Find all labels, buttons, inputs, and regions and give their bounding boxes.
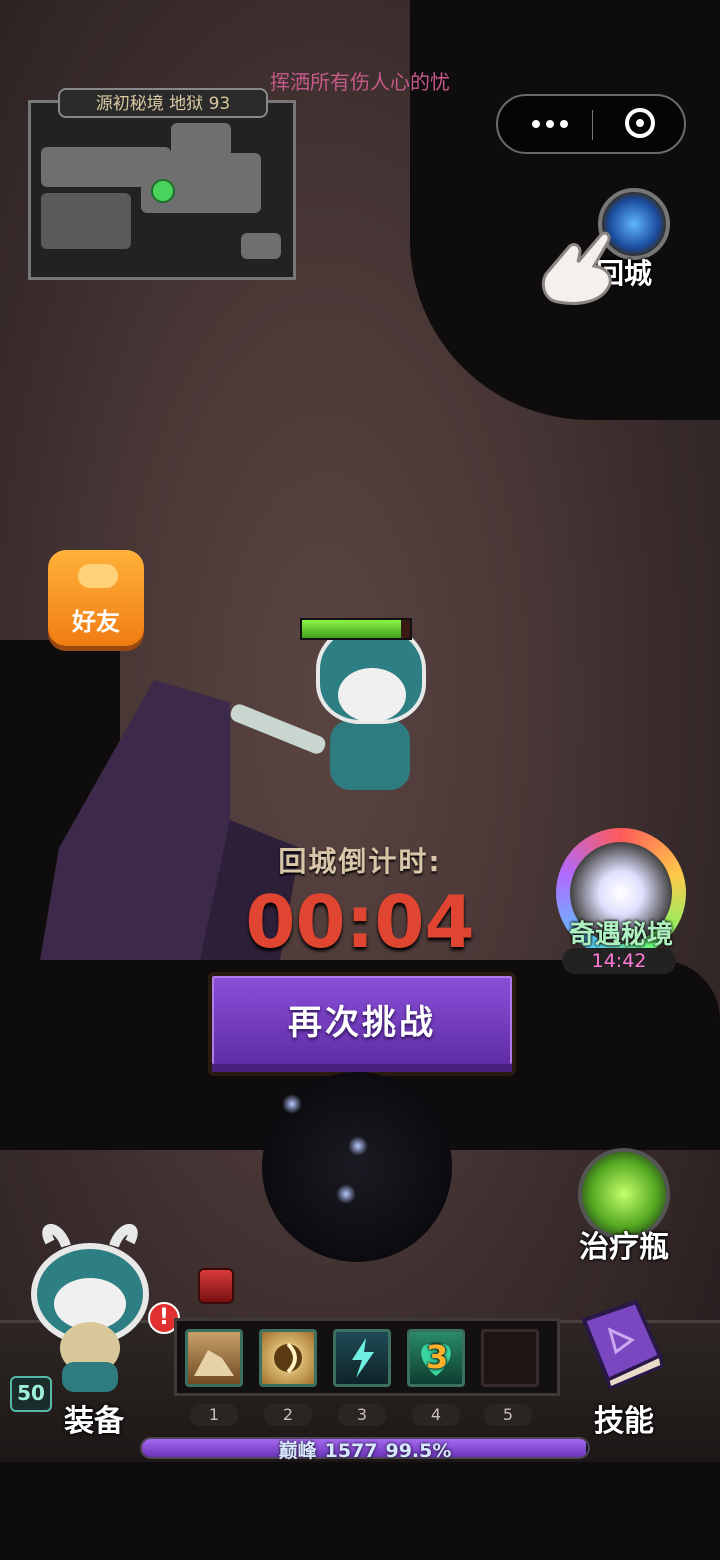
rock-skill-icon bbox=[194, 1350, 234, 1376]
friends-label: 好友 bbox=[72, 608, 120, 636]
skill-bar: 3 bbox=[174, 1318, 560, 1396]
joystick-sparkle bbox=[282, 1094, 302, 1114]
tap-hand-icon bbox=[541, 231, 612, 305]
skill-slot-1[interactable] bbox=[185, 1329, 243, 1387]
player-portrait-avatar[interactable] bbox=[26, 1222, 154, 1392]
minimap[interactable] bbox=[28, 100, 296, 280]
close-mini-program-icon[interactable] bbox=[625, 108, 655, 138]
health-fill bbox=[302, 620, 402, 638]
more-options-icon[interactable] bbox=[522, 112, 578, 136]
buff-status-icon[interactable] bbox=[198, 1268, 234, 1304]
xp-percent: 99.5% bbox=[385, 1440, 452, 1462]
skill-slot-4[interactable]: 3 bbox=[407, 1329, 465, 1387]
skill-slot-number: 3 bbox=[338, 1404, 386, 1426]
friends-button[interactable]: 好友 bbox=[48, 550, 144, 646]
minimap-corridor bbox=[241, 233, 281, 259]
player-marker-icon bbox=[151, 179, 175, 203]
skill-slot-number: 4 bbox=[412, 1404, 460, 1426]
joystick-sparkle bbox=[336, 1184, 356, 1204]
event-realm-label[interactable]: 奇遇秘境 bbox=[556, 914, 686, 951]
minimap-corridor bbox=[41, 193, 131, 249]
skill-slot-2[interactable] bbox=[259, 1329, 317, 1387]
skill-slot-number: 1 bbox=[190, 1404, 238, 1426]
event-realm-timer: 14:42 bbox=[562, 948, 676, 974]
cloud-icon bbox=[78, 564, 118, 588]
joystick-sparkle bbox=[348, 1136, 368, 1156]
skill-slot-5[interactable] bbox=[481, 1329, 539, 1387]
capsule-divider bbox=[592, 110, 593, 140]
skill-slot-number: 2 bbox=[264, 1404, 312, 1426]
hero-face bbox=[338, 668, 406, 722]
mini-program-capsule bbox=[496, 94, 686, 154]
xp-tier: 巅峰 bbox=[278, 1440, 317, 1462]
skill-book-icon[interactable] bbox=[570, 1296, 670, 1390]
minimap-corridor bbox=[171, 123, 231, 157]
hero-health-bar bbox=[300, 618, 412, 640]
skill-slot-number: 5 bbox=[484, 1404, 532, 1426]
heal-potion-button[interactable]: 治疗瓶 bbox=[568, 1222, 680, 1266]
bottom-frame bbox=[0, 1462, 720, 1560]
game-scene[interactable]: 挥洒所有伤人心的忧 源初秘境 地狱 93 回城 好友 回城倒计时: 00:04 … bbox=[0, 0, 720, 1560]
skill-slot-3[interactable] bbox=[333, 1329, 391, 1387]
skill-charges: 3 bbox=[426, 1338, 449, 1376]
hero-sword bbox=[228, 701, 328, 757]
dark-cave-region bbox=[410, 0, 720, 420]
xp-level: 1577 bbox=[324, 1440, 378, 1462]
challenge-again-button[interactable]: 再次挑战 bbox=[208, 972, 516, 1076]
lightning-skill-icon bbox=[352, 1338, 374, 1378]
skills-button[interactable]: 技能 bbox=[594, 1396, 654, 1440]
minimap-title: 源初秘境 地狱 93 bbox=[58, 88, 268, 118]
hero-body bbox=[330, 720, 410, 790]
equipment-button[interactable]: 装备 bbox=[64, 1396, 124, 1440]
player-level-badge: 50 bbox=[10, 1376, 52, 1412]
virtual-joystick[interactable] bbox=[262, 1072, 452, 1262]
golden-burst-skill-icon bbox=[274, 1342, 302, 1374]
experience-text: 巅峰 1577 99.5% bbox=[140, 1436, 590, 1463]
